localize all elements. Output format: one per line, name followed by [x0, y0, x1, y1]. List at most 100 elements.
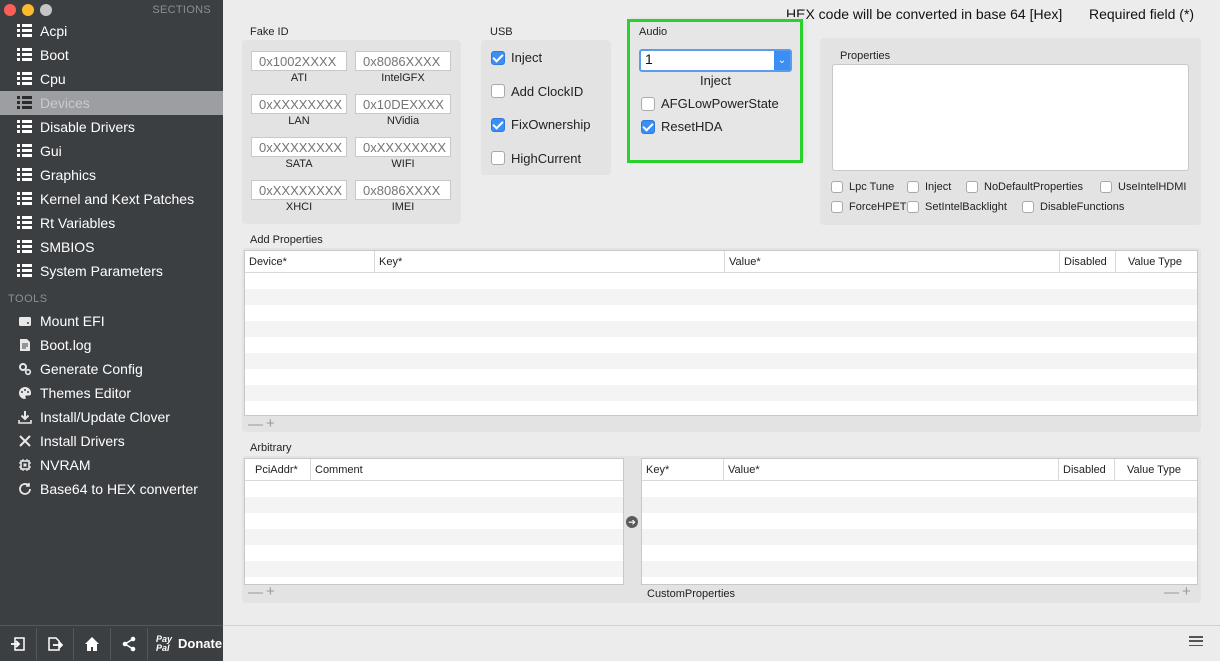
checkbox[interactable] — [1100, 181, 1112, 193]
column-header[interactable]: Value* — [723, 459, 1058, 481]
sidebar-item-system-parameters[interactable]: System Parameters — [0, 259, 223, 283]
tool-item-base64-to-hex-converter[interactable]: Base64 to HEX converter — [0, 477, 223, 501]
checkbox-label: AFGLowPowerState — [661, 96, 779, 111]
add-arbitrary-button[interactable]: + — [266, 583, 275, 600]
column-header[interactable]: Value Type — [1114, 459, 1197, 481]
checkbox[interactable] — [907, 181, 919, 193]
checkbox[interactable] — [831, 181, 843, 193]
tool-item-mount-efi[interactable]: Mount EFI — [0, 309, 223, 333]
add-row-button[interactable]: + — [266, 415, 275, 432]
share-button[interactable] — [115, 630, 143, 658]
checkbox[interactable] — [1022, 201, 1034, 213]
column-header[interactable]: Device* — [245, 251, 374, 273]
sidebar-item-rt-variables[interactable]: Rt Variables — [0, 211, 223, 235]
sidebar-item-gui[interactable]: Gui — [0, 139, 223, 163]
export-button[interactable] — [41, 630, 69, 658]
column-header[interactable]: Key* — [374, 251, 724, 273]
properties-option-forcehpet[interactable]: ForceHPET — [831, 201, 906, 213]
remove-custom-button[interactable]: — — [1164, 584, 1179, 601]
checkbox[interactable] — [491, 117, 505, 132]
download-icon — [16, 409, 34, 425]
add-custom-button[interactable]: + — [1182, 583, 1191, 600]
column-header[interactable]: Comment — [310, 459, 623, 481]
list-grid-glyph — [17, 144, 33, 158]
usb-option-fixownership[interactable]: FixOwnership — [491, 117, 590, 132]
sidebar-bottom-bar: Pay Pal Donate — [0, 625, 223, 661]
minimize-window-button[interactable] — [22, 4, 34, 16]
zoom-window-button[interactable] — [40, 4, 52, 16]
fake-id-imei-input[interactable] — [355, 180, 451, 200]
sidebar-item-acpi[interactable]: Acpi — [0, 19, 223, 43]
sidebar-item-cpu[interactable]: Cpu — [0, 67, 223, 91]
home-button[interactable] — [78, 630, 106, 658]
tool-item-nvram[interactable]: NVRAM — [0, 453, 223, 477]
donate-button[interactable]: Pay Pal Donate — [156, 634, 222, 653]
hex-note: HEX code will be converted in base 64 [H… — [786, 6, 1063, 22]
audio-inject-combo[interactable]: 1 ⌄ — [639, 49, 792, 72]
sidebar-item-graphics[interactable]: Graphics — [0, 163, 223, 187]
sidebar-item-smbios[interactable]: SMBIOS — [0, 235, 223, 259]
checkbox[interactable] — [831, 201, 843, 213]
list-icon-bar — [17, 144, 20, 147]
arrow-right-icon[interactable]: ➔ — [626, 516, 638, 528]
checkbox[interactable] — [966, 181, 978, 193]
fake-id-xhci-input[interactable] — [251, 180, 347, 200]
checkbox[interactable] — [641, 96, 655, 111]
import-button[interactable] — [4, 630, 32, 658]
list-icon-bar — [17, 178, 20, 181]
list-icon-bar — [17, 125, 20, 128]
properties-text-area[interactable] — [832, 64, 1189, 171]
add-properties-table[interactable]: Device* Key* Value* Disabled Value Type — [244, 250, 1198, 416]
properties-option-inject[interactable]: Inject — [907, 181, 951, 193]
fake-id-lan-input[interactable] — [251, 94, 347, 114]
column-header[interactable]: Value Type — [1115, 251, 1197, 273]
menu-icon[interactable] — [1189, 636, 1203, 646]
column-header[interactable]: Disabled — [1058, 459, 1114, 481]
custom-properties-table[interactable]: Key* Value* Disabled Value Type — [641, 458, 1198, 585]
properties-option-setintelbacklight[interactable]: SetIntelBacklight — [907, 201, 1007, 213]
sidebar-item-kernel-and-kext-patches[interactable]: Kernel and Kext Patches — [0, 187, 223, 211]
tool-item-install-drivers[interactable]: Install Drivers — [0, 429, 223, 453]
sidebar-item-disable-drivers[interactable]: Disable Drivers — [0, 115, 223, 139]
checkbox[interactable] — [907, 201, 919, 213]
fake-id-intelgfx-input[interactable] — [355, 51, 451, 71]
fake-id-ati-input[interactable] — [251, 51, 347, 71]
close-window-button[interactable] — [4, 4, 16, 16]
remove-row-button[interactable]: — — [248, 416, 263, 433]
checkbox[interactable] — [491, 50, 505, 65]
tool-item-themes-editor[interactable]: Themes Editor — [0, 381, 223, 405]
chevron-down-icon[interactable]: ⌄ — [774, 51, 790, 70]
tool-item-install-update-clover[interactable]: Install/Update Clover — [0, 405, 223, 429]
checkbox-label: NoDefaultProperties — [984, 181, 1084, 193]
properties-option-useintelhdmi[interactable]: UseIntelHDMI — [1100, 181, 1186, 193]
properties-option-lpc-tune[interactable]: Lpc Tune — [831, 181, 894, 193]
fake-id-sata-input[interactable] — [251, 137, 347, 157]
audio-inject-value[interactable]: 1 — [641, 51, 774, 70]
audio-option-afglowpowerstate[interactable]: AFGLowPowerState — [641, 96, 779, 111]
column-header[interactable]: Value* — [724, 251, 1059, 273]
fake-id-nvidia-input[interactable] — [355, 94, 451, 114]
column-header[interactable]: Disabled — [1059, 251, 1115, 273]
usb-option-inject[interactable]: Inject — [491, 50, 542, 65]
audio-option-resethda[interactable]: ResetHDA — [641, 119, 722, 134]
sidebar-item-boot[interactable]: Boot — [0, 43, 223, 67]
list-icon-bar — [17, 197, 20, 200]
fake-id-wifi-input[interactable] — [355, 137, 451, 157]
remove-arbitrary-button[interactable]: — — [248, 584, 263, 601]
checkbox[interactable] — [491, 151, 505, 165]
sidebar-item-label: Kernel and Kext Patches — [40, 191, 195, 207]
usb-option-add-clockid[interactable]: Add ClockID — [491, 84, 583, 99]
tool-item-label: Install/Update Clover — [40, 409, 170, 425]
properties-option-disablefunctions[interactable]: DisableFunctions — [1022, 201, 1124, 213]
usb-option-highcurrent[interactable]: HighCurrent — [491, 151, 581, 166]
checkbox[interactable] — [491, 84, 505, 98]
arbitrary-device-table[interactable]: PciAddr* Comment — [244, 458, 624, 585]
column-header[interactable]: Key* — [642, 459, 723, 481]
tool-item-generate-config[interactable]: Generate Config — [0, 357, 223, 381]
checkbox[interactable] — [641, 119, 655, 134]
properties-option-nodefaultproperties[interactable]: NoDefaultProperties — [966, 181, 1083, 193]
tool-item-boot-log[interactable]: Boot.log — [0, 333, 223, 357]
sidebar-item-devices[interactable]: Devices — [0, 91, 223, 115]
column-header[interactable]: PciAddr* — [245, 459, 310, 481]
sidebar-item-label: Gui — [40, 143, 62, 159]
